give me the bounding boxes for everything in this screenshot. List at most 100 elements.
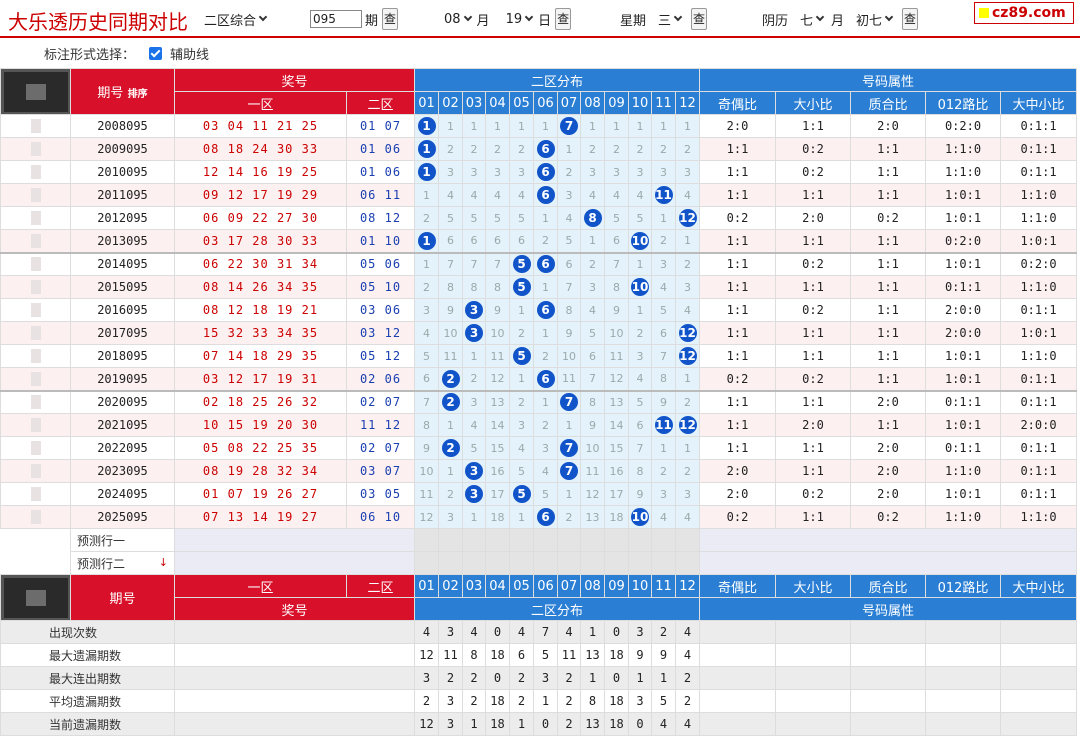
predict-dist-cell[interactable] (533, 528, 558, 552)
attr-cell: 1:1:0 (1000, 275, 1077, 299)
query-lunar-button[interactable]: 查 (902, 8, 919, 30)
predict-dist-cell[interactable] (651, 551, 676, 575)
predict-dist-cell[interactable] (509, 528, 534, 552)
zone1-numbers: 10 15 19 20 30 (174, 413, 347, 437)
query-week-button[interactable]: 查 (691, 8, 708, 30)
period-header[interactable]: 期号 排序 (70, 68, 175, 115)
hit-ball: 12 (678, 347, 697, 365)
dist-cell: 2 (414, 206, 439, 230)
lunar-month-select[interactable]: 七 (800, 10, 813, 29)
arrow-down-icon[interactable]: ↓ (159, 556, 168, 569)
dist-cell: 16 (485, 459, 510, 483)
predict-dist-cell[interactable] (675, 551, 700, 575)
hit-ball: 6 (536, 508, 555, 526)
mode-select[interactable]: 二区综合 (204, 8, 268, 30)
query-issue-button[interactable]: 查 (382, 8, 399, 30)
site-logo[interactable]: cz89.com (974, 2, 1074, 24)
lunar-label: 阴历 (762, 13, 789, 29)
lunar-month-label: 月 (831, 13, 845, 29)
stats-attr-blank (925, 712, 1001, 736)
predict-dist-cell[interactable] (580, 528, 605, 552)
stats-value: 8 (462, 643, 486, 667)
attr-cell: 1:1 (775, 275, 851, 299)
attr-cell: 1:1 (850, 321, 926, 345)
predict-dist-cell[interactable] (414, 528, 439, 552)
stats-value: 6 (509, 643, 534, 667)
hit-ball: 5 (512, 347, 531, 365)
issue-input[interactable]: 095 (310, 10, 362, 28)
predict-dist-cell[interactable] (628, 528, 652, 552)
predict-dist-cell[interactable] (509, 551, 534, 575)
attr-cell: 1:1 (850, 344, 926, 368)
predict-row[interactable]: 预测行二 ↓ (1, 551, 1077, 575)
predict-dist-cell[interactable] (485, 551, 510, 575)
predict-dist-cell[interactable] (675, 528, 700, 552)
attr-col-header: 012路比 (925, 91, 1001, 115)
dist-cell: 12 (485, 367, 510, 391)
predict-dist-cell[interactable] (462, 551, 486, 575)
predict-dist-cell[interactable] (557, 528, 581, 552)
dist-col-header: 12 (675, 91, 700, 115)
lunar-day-select[interactable]: 初七 (856, 10, 882, 29)
stats-value: 4 (509, 620, 534, 644)
dist-cell: 10 (557, 344, 581, 368)
dist-cell: 4 (675, 505, 700, 529)
predict-dist-cell[interactable] (462, 528, 486, 552)
dist-cell: 1 (462, 114, 486, 138)
predict-dist-cell[interactable] (533, 551, 558, 575)
predict-dist-cell[interactable] (414, 551, 439, 575)
attr-cell: 1:1 (775, 114, 851, 138)
stats-attr-blank (850, 712, 926, 736)
predict-dist-cell[interactable] (438, 528, 463, 552)
stats-value: 3 (628, 689, 652, 713)
attr-cell: 0:2:0 (1000, 251, 1077, 276)
day-select[interactable]: 19 (506, 12, 523, 27)
dist-cell: 1 (557, 137, 581, 161)
period-cell: 2024095 (70, 482, 175, 506)
stats-value: 13 (580, 643, 605, 667)
stats-attr-blank (775, 712, 851, 736)
sort-button[interactable]: 排序 (128, 89, 148, 100)
predict-input[interactable] (174, 528, 415, 552)
predict-input[interactable] (174, 551, 415, 575)
week-select[interactable]: 三 (658, 10, 671, 29)
predict-dist-cell[interactable] (485, 528, 510, 552)
aux-line-checkbox[interactable] (149, 46, 163, 60)
stats-value: 18 (604, 689, 629, 713)
predict-dist-cell[interactable] (604, 551, 629, 575)
dist-cell: 12 (414, 505, 439, 529)
zone1-numbers: 03 04 11 21 25 (174, 114, 347, 138)
query-date-button[interactable]: 查 (555, 8, 572, 30)
dist-cell: 3 (414, 298, 439, 322)
attr-cell: 1:1 (699, 413, 776, 437)
dist-cell: 9 (414, 436, 439, 460)
row-thumb (0, 251, 71, 276)
predict-dist-cell[interactable] (580, 551, 605, 575)
predict-dist-cell[interactable] (557, 551, 581, 575)
hit-ball: 6 (536, 186, 555, 204)
dist-cell: 1 (604, 114, 629, 138)
zone2-numbers: 03 07 (346, 459, 415, 483)
predict-dist-cell[interactable] (604, 528, 629, 552)
row-thumb (0, 114, 71, 138)
predict-dist-cell[interactable] (438, 551, 463, 575)
dist-cell: 4 (462, 413, 486, 437)
dist-cell: 6 (533, 251, 558, 276)
attr-cell: 2:0:0 (1000, 413, 1077, 437)
dist-cell: 1 (414, 137, 439, 161)
zone2-numbers: 06 10 (346, 505, 415, 529)
dist-cell: 4 (628, 183, 652, 207)
dist-cell: 1 (414, 229, 439, 253)
blurred-cell (30, 165, 41, 179)
stats-value: 12 (414, 712, 439, 736)
stats-attr-blank (699, 620, 776, 644)
dist-cell: 6 (533, 183, 558, 207)
predict-row[interactable]: 预测行一 (1, 528, 1077, 552)
dist-cell: 1 (462, 505, 486, 529)
stats-value: 0 (628, 712, 652, 736)
predict-dist-cell[interactable] (628, 551, 652, 575)
stats-value: 3 (628, 620, 652, 644)
month-select[interactable]: 08 (444, 12, 461, 27)
stats-value: 2 (675, 666, 700, 690)
predict-dist-cell[interactable] (651, 528, 676, 552)
